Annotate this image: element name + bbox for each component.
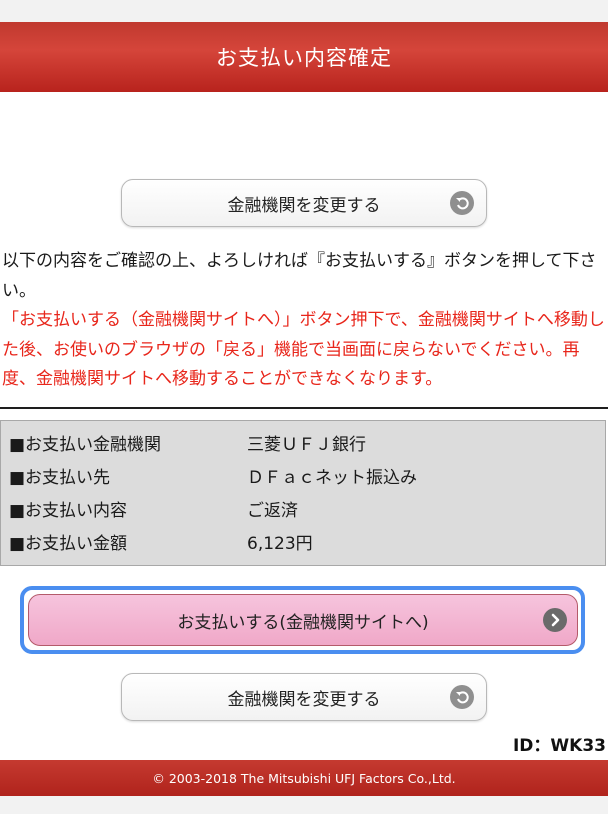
detail-value: ＤＦａｃネット振込み	[247, 468, 417, 488]
change-bank-button-label: 金融機関を変更する	[227, 195, 381, 216]
instruction-text: 以下の内容をご確認の上、よろしければ『お支払いする』ボタンを押して下さい。	[2, 251, 597, 301]
detail-value: 三菱ＵＦＪ銀行	[247, 435, 366, 455]
change-bank-button-label: 金融機関を変更する	[227, 689, 381, 710]
detail-label: ■お支払い内容	[9, 501, 128, 521]
pay-button-label: お支払いする(金融機関サイトへ)	[177, 612, 429, 633]
warning-text: 「お支払いする（金融機関サイトへ）」ボタン押下で、金融機関サイトへ移動した後、お…	[2, 310, 605, 389]
detail-value: 6,123円	[247, 534, 313, 554]
top-bar	[0, 0, 608, 22]
detail-value: ご返済	[247, 501, 298, 521]
instruction-message: 以下の内容をご確認の上、よろしければ『お支払いする』ボタンを押して下さい。 「お…	[2, 247, 606, 395]
detail-label: ■お支払い金融機関	[9, 435, 162, 455]
back-arrow-icon	[450, 191, 474, 215]
copyright-text: © 2003-2018 The Mitsubishi UFJ Factors C…	[152, 770, 456, 786]
change-bank-button-top[interactable]: 金融機関を変更する	[121, 179, 487, 227]
pay-button[interactable]: お支払いする(金融機関サイトへ)	[28, 594, 578, 646]
page-header: お支払い内容確定	[0, 22, 608, 92]
page-footer: © 2003-2018 The Mitsubishi UFJ Factors C…	[0, 760, 608, 796]
page-title: お支払い内容確定	[216, 46, 392, 70]
detail-label: ■お支払い先	[9, 468, 111, 488]
detail-label: ■お支払い金額	[9, 534, 128, 554]
chevron-right-icon	[543, 608, 567, 632]
back-arrow-icon	[450, 685, 474, 709]
bottom-bar	[0, 796, 608, 814]
screen-id: ID：WK33	[512, 736, 606, 756]
payment-details-panel: ■お支払い金融機関 三菱ＵＦＪ銀行 ■お支払い先 ＤＦａｃネット振込み ■お支払…	[0, 420, 606, 566]
change-bank-button-bottom[interactable]: 金融機関を変更する	[121, 673, 487, 721]
divider	[0, 407, 608, 409]
